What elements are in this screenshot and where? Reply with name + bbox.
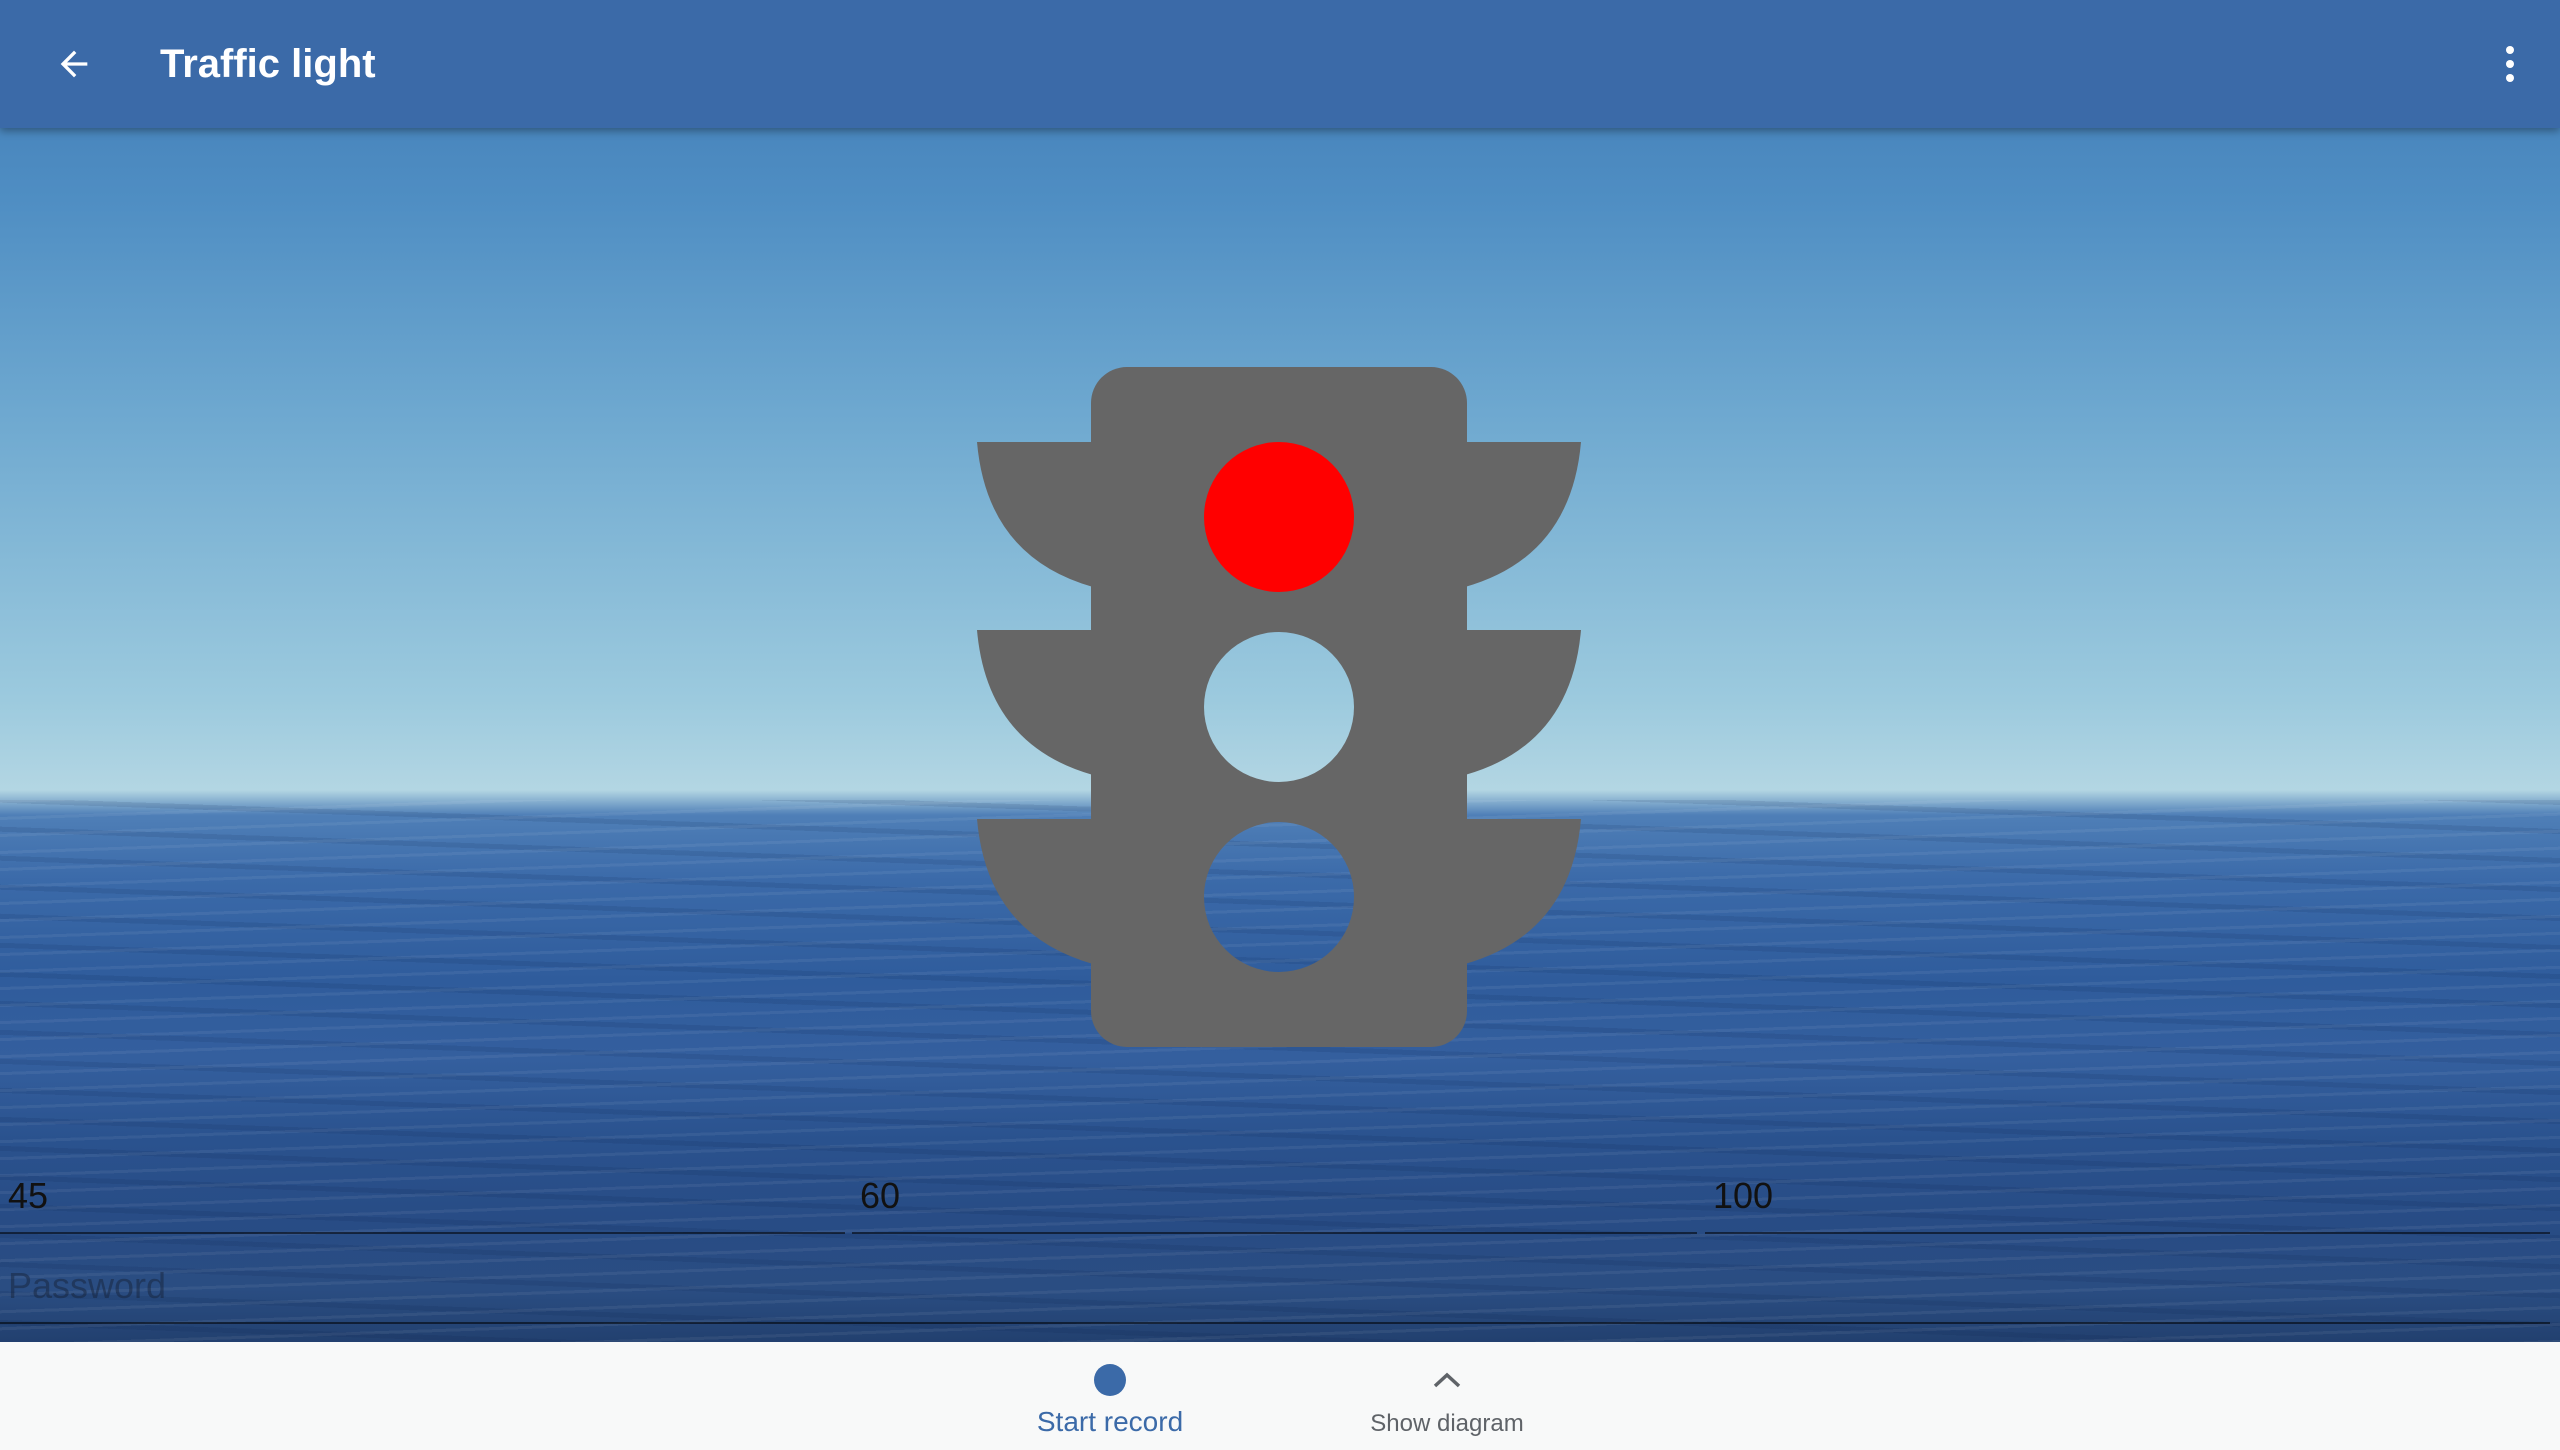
top-app-bar: Traffic light	[0, 0, 2560, 128]
bottom-navigation: Start record Show diagram	[0, 1342, 2560, 1450]
red-light	[1204, 442, 1354, 592]
show-diagram-label: Show diagram	[1370, 1410, 1524, 1437]
password-field[interactable]: Password	[0, 1258, 2550, 1324]
arrow-back-icon	[60, 50, 88, 78]
traffic-light-graphic	[977, 367, 1581, 1047]
chevron-up-icon	[1433, 1372, 1461, 1388]
overflow-menu-button[interactable]	[2472, 26, 2548, 102]
start-record-label: Start record	[1036, 1406, 1184, 1437]
record-dot-icon	[1094, 1364, 1126, 1396]
app-screen: Traffic light 45 60 100 Password Start r…	[0, 0, 2560, 1450]
back-button[interactable]	[36, 26, 112, 102]
threshold-input-3[interactable]: 100	[1705, 1168, 2550, 1234]
start-record-button[interactable]: Start record	[960, 1342, 1260, 1450]
more-vert-icon	[2506, 46, 2514, 82]
threshold-input-1[interactable]: 45	[0, 1168, 845, 1234]
show-diagram-button[interactable]: Show diagram	[1297, 1342, 1597, 1450]
page-title: Traffic light	[160, 42, 376, 86]
threshold-input-2[interactable]: 60	[852, 1168, 1697, 1234]
